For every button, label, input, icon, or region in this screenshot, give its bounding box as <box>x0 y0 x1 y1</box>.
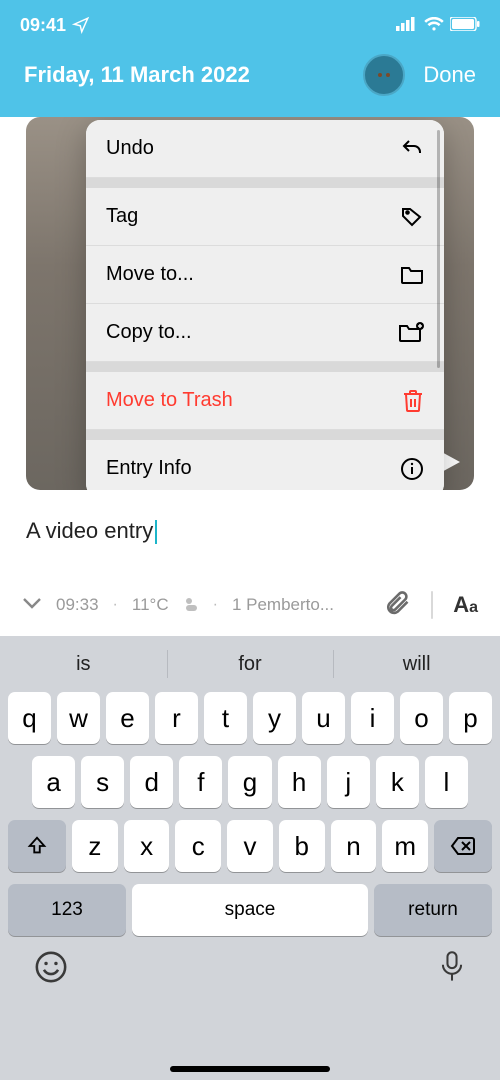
key-backspace[interactable] <box>434 820 492 872</box>
key-row-3: z x c v b n m <box>0 820 500 872</box>
menu-entry-info[interactable]: Entry Info <box>86 440 444 490</box>
menu-copy-to[interactable]: Copy to... <box>86 304 444 362</box>
menu-label: Move to... <box>106 263 194 286</box>
trash-icon <box>402 389 424 413</box>
suggestion-1[interactable]: is <box>0 636 167 692</box>
key-return[interactable]: return <box>374 884 492 936</box>
key-space[interactable]: space <box>132 884 368 936</box>
menu-label: Undo <box>106 137 154 160</box>
folder-icon <box>400 265 424 285</box>
text-format-button[interactable]: Aa <box>453 592 478 618</box>
folder-plus-icon <box>398 322 424 344</box>
emoji-icon[interactable] <box>34 950 68 989</box>
key-v[interactable]: v <box>227 820 273 872</box>
key-l[interactable]: l <box>425 756 468 808</box>
key-x[interactable]: x <box>124 820 170 872</box>
key-q[interactable]: q <box>8 692 51 744</box>
info-icon <box>400 457 424 481</box>
context-menu: Undo Tag Move to... Copy to... <box>86 120 444 490</box>
key-n[interactable]: n <box>331 820 377 872</box>
key-m[interactable]: m <box>382 820 428 872</box>
key-h[interactable]: h <box>278 756 321 808</box>
menu-label: Copy to... <box>106 321 192 344</box>
tag-icon <box>400 205 424 229</box>
menu-scrollbar[interactable] <box>437 130 440 368</box>
menu-move-to[interactable]: Move to... <box>86 246 444 304</box>
menu-move-to-trash[interactable]: Move to Trash <box>86 372 444 430</box>
home-indicator[interactable] <box>170 1066 330 1072</box>
menu-label: Move to Trash <box>106 389 233 412</box>
menu-label: Entry Info <box>106 457 192 480</box>
key-row-2: a s d f g h j k l <box>0 756 500 808</box>
key-p[interactable]: p <box>449 692 492 744</box>
entry-text-value: A video entry <box>26 518 153 543</box>
suggestion-bar: is for will <box>0 636 500 692</box>
done-button[interactable]: Done <box>423 62 476 88</box>
key-shift[interactable] <box>8 820 66 872</box>
microphone-icon[interactable] <box>438 950 466 989</box>
video-thumbnail[interactable]: Undo Tag Move to... Copy to... <box>26 117 474 490</box>
entry-text-input[interactable]: A video entry <box>0 490 500 544</box>
divider <box>431 591 433 619</box>
title-bar: Friday, 11 March 2022 Done <box>0 40 500 110</box>
page-title: Friday, 11 March 2022 <box>24 62 250 88</box>
status-bar: 09:41 <box>0 0 500 40</box>
key-b[interactable]: b <box>279 820 325 872</box>
suggestion-2[interactable]: for <box>167 636 334 692</box>
undo-icon <box>400 137 424 161</box>
menu-label: Tag <box>106 205 138 228</box>
key-r[interactable]: r <box>155 692 198 744</box>
key-a[interactable]: a <box>32 756 75 808</box>
key-row-1: q w e r t y u i o p <box>0 692 500 744</box>
screen: 09:41 Friday, 11 March 2022 <box>0 0 500 1080</box>
key-d[interactable]: d <box>130 756 173 808</box>
header: 09:41 Friday, 11 March 2022 <box>0 0 500 117</box>
key-t[interactable]: t <box>204 692 247 744</box>
weather-icon <box>183 595 199 616</box>
avatar[interactable] <box>363 54 405 96</box>
cellular-icon <box>396 15 418 36</box>
meta-location[interactable]: 1 Pemberto... <box>232 595 334 615</box>
battery-icon <box>450 15 480 36</box>
key-s[interactable]: s <box>81 756 124 808</box>
key-i[interactable]: i <box>351 692 394 744</box>
key-o[interactable]: o <box>400 692 443 744</box>
menu-undo[interactable]: Undo <box>86 120 444 178</box>
key-c[interactable]: c <box>175 820 221 872</box>
key-g[interactable]: g <box>228 756 271 808</box>
wifi-icon <box>424 15 444 36</box>
key-z[interactable]: z <box>72 820 118 872</box>
key-e[interactable]: e <box>106 692 149 744</box>
chevron-down-icon[interactable] <box>22 596 42 615</box>
location-arrow-icon <box>72 16 90 34</box>
key-u[interactable]: u <box>302 692 345 744</box>
key-row-4: 123 space return <box>0 884 500 936</box>
meta-time[interactable]: 09:33 <box>56 595 99 615</box>
status-time: 09:41 <box>20 15 66 36</box>
text-cursor <box>155 520 157 544</box>
key-w[interactable]: w <box>57 692 100 744</box>
keyboard-bottom-bar <box>0 950 500 989</box>
key-k[interactable]: k <box>376 756 419 808</box>
meta-weather[interactable]: 11°C <box>132 595 169 615</box>
key-j[interactable]: j <box>327 756 370 808</box>
attachment-icon[interactable] <box>383 589 411 622</box>
key-y[interactable]: y <box>253 692 296 744</box>
suggestion-3[interactable]: will <box>333 636 500 692</box>
key-f[interactable]: f <box>179 756 222 808</box>
keyboard: is for will q w e r t y u i o p a s d f … <box>0 636 500 1080</box>
key-numbers[interactable]: 123 <box>8 884 126 936</box>
meta-row: 09:33 · 11°C · 1 Pemberto... Aa <box>0 582 500 628</box>
menu-tag[interactable]: Tag <box>86 188 444 246</box>
